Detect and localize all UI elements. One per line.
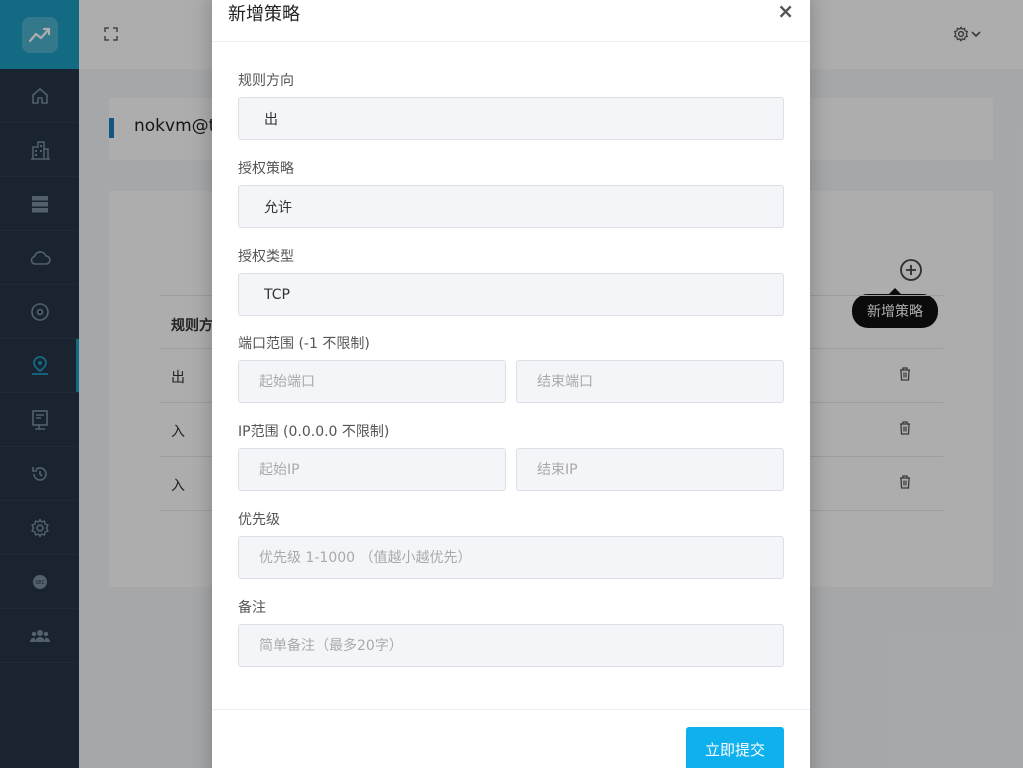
direction-select[interactable]: 出 [238, 97, 784, 140]
type-label: 授权类型 [238, 249, 294, 265]
submit-button[interactable]: 立即提交 [686, 727, 784, 768]
policy-select[interactable]: 允许 [238, 185, 784, 228]
policy-value: 允许 [264, 199, 292, 216]
port-end-input[interactable] [516, 360, 784, 403]
type-value: TCP [264, 286, 290, 303]
priority-label: 优先级 [238, 512, 280, 528]
note-input[interactable] [238, 624, 784, 667]
ip-end-input[interactable] [516, 448, 784, 491]
modal-header: 新增策略 × [212, 0, 810, 42]
direction-value: 出 [264, 111, 278, 128]
modal-title: 新增策略 [228, 4, 300, 25]
policy-label: 授权策略 [238, 161, 294, 177]
add-policy-modal: 新增策略 × 规则方向 出 授权策略 允许 授权类型 TCP 端口范围 (-1 … [212, 0, 810, 768]
close-icon[interactable]: × [777, 0, 794, 22]
ip-start-input[interactable] [238, 448, 506, 491]
direction-label: 规则方向 [238, 73, 294, 89]
ip-range-label: IP范围 (0.0.0.0 不限制) [238, 424, 390, 440]
modal-footer: 立即提交 [212, 709, 810, 768]
type-select[interactable]: TCP [238, 273, 784, 316]
port-range-label: 端口范围 (-1 不限制) [238, 336, 370, 352]
priority-input[interactable] [238, 536, 784, 579]
port-start-input[interactable] [238, 360, 506, 403]
note-label: 备注 [238, 600, 266, 616]
